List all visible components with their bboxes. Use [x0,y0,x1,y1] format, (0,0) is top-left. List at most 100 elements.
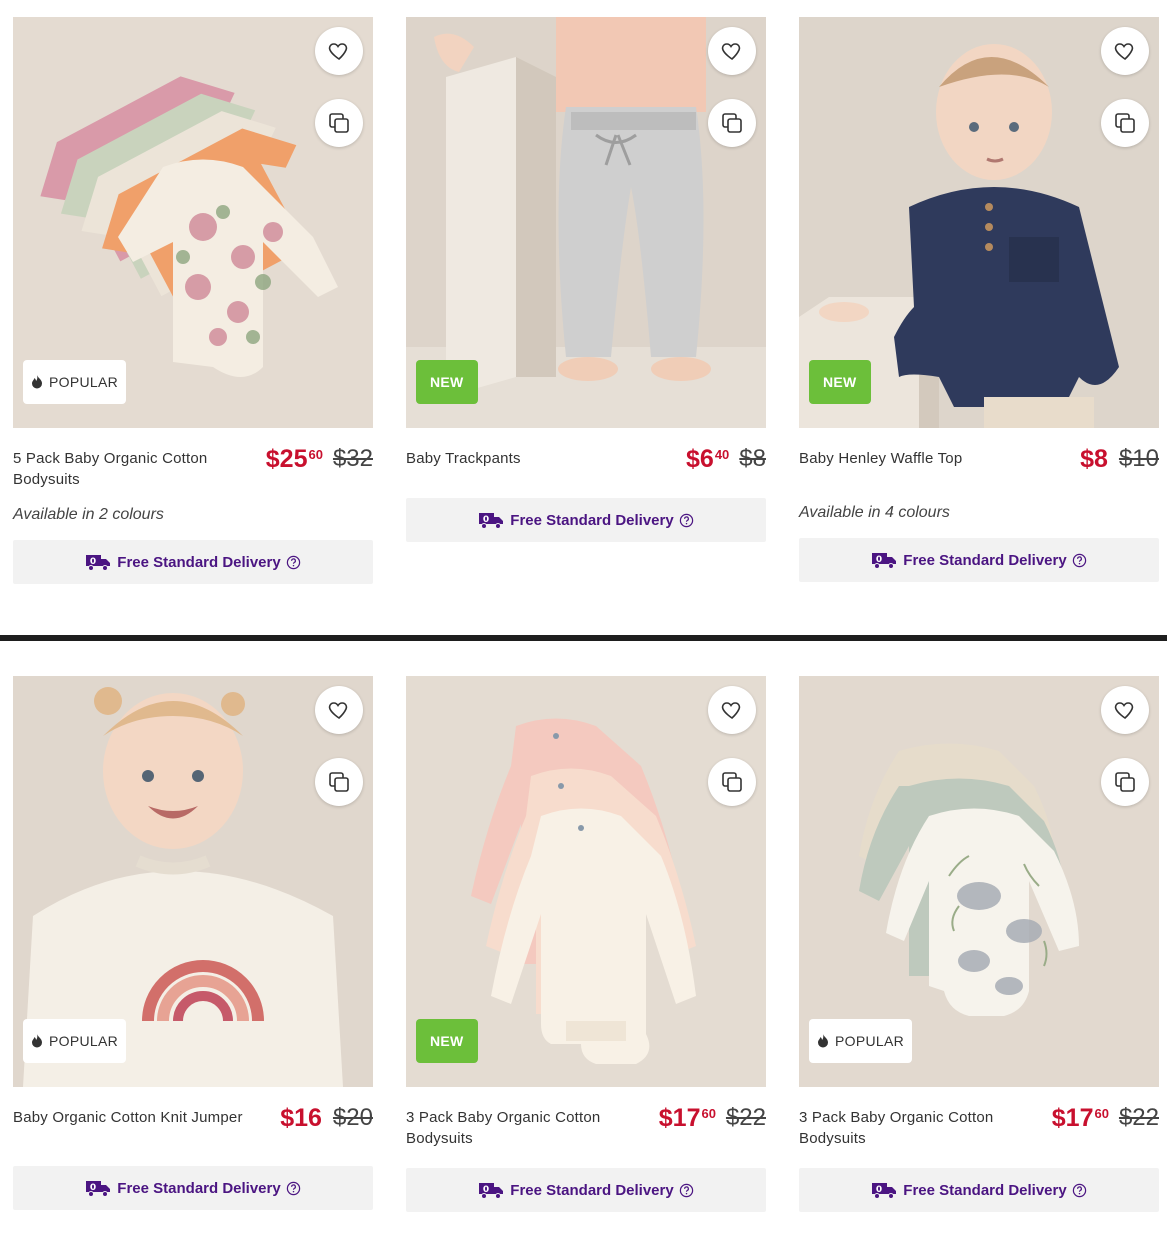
original-price: $20 [332,1104,373,1131]
original-price: $22 [725,1104,766,1131]
heart-icon [328,43,348,61]
original-price: $22 [1118,1104,1159,1131]
delivery-label: Free Standard Delivery [117,1179,281,1197]
compare-icon [1115,113,1135,133]
product-card[interactable]: POPULAR Baby Organic Cotton Knit Jumper … [13,676,373,1210]
delivery-banner[interactable]: 0 Free Standard Delivery [13,1166,373,1210]
product-title[interactable]: 3 Pack Baby Organic Cotton Bodysuits [799,1107,1029,1149]
original-price: $32 [332,445,373,472]
help-circle-icon[interactable] [679,1183,694,1198]
badge-label: NEW [430,1033,464,1049]
svg-text:0: 0 [90,1183,96,1193]
badge-label: NEW [430,374,464,390]
svg-text:0: 0 [483,1185,489,1195]
help-circle-icon[interactable] [286,555,301,570]
product-image[interactable]: POPULAR [13,17,373,428]
price: $25 60 $32 [266,444,373,474]
delivery-label: Free Standard Delivery [510,511,674,529]
price-cents: 60 [308,447,323,462]
help-circle-icon[interactable] [1072,1183,1087,1198]
product-title[interactable]: 3 Pack Baby Organic Cotton Bodysuits [406,1107,636,1149]
delivery-truck-icon: 0 [86,1181,111,1197]
compare-button[interactable] [315,99,363,147]
heart-icon [721,43,741,61]
compare-icon [722,772,742,792]
delivery-label: Free Standard Delivery [903,551,1067,569]
help-circle-icon[interactable] [1072,553,1087,568]
favourite-button[interactable] [315,27,363,75]
original-price: $10 [1118,445,1159,472]
help-circle-icon[interactable] [679,513,694,528]
current-price: $17 [658,1104,701,1132]
heart-icon [1114,702,1134,720]
original-price: $8 [739,445,766,472]
help-circle-icon[interactable] [286,1181,301,1196]
product-image[interactable]: POPULAR [13,676,373,1087]
badge-label: POPULAR [49,1033,119,1049]
flame-icon [818,1034,828,1048]
product-image[interactable]: NEW [799,17,1159,428]
compare-button[interactable] [1101,99,1149,147]
product-title[interactable]: Baby Trackpants [406,448,636,469]
svg-text:0: 0 [876,555,882,565]
product-image[interactable]: NEW [406,17,766,428]
new-badge: NEW [809,360,871,404]
compare-button[interactable] [315,758,363,806]
flame-icon [32,1034,42,1048]
delivery-truck-icon: 0 [872,1183,897,1199]
product-card[interactable]: NEW 3 Pack Baby Organic Cotton Bodysuits… [406,676,766,1212]
current-price: $8 [1080,445,1108,473]
popular-badge: POPULAR [23,360,127,404]
compare-icon [329,772,349,792]
favourite-button[interactable] [708,686,756,734]
product-card[interactable]: NEW Baby Trackpants $6 40 $8 0 Free Stan… [406,17,766,542]
colour-availability: Available in 4 colours [799,504,950,521]
colour-availability: Available in 2 colours [13,506,164,523]
product-image[interactable]: NEW [406,676,766,1087]
heart-icon [721,702,741,720]
product-title[interactable]: Baby Organic Cotton Knit Jumper [13,1107,243,1128]
heart-icon [1114,43,1134,61]
delivery-truck-icon: 0 [479,513,504,529]
compare-button[interactable] [1101,758,1149,806]
svg-text:0: 0 [483,515,489,525]
current-price: $25 [265,445,308,473]
product-image[interactable]: POPULAR [799,676,1159,1087]
svg-text:0: 0 [90,557,96,567]
current-price: $17 [1051,1104,1094,1132]
heart-icon [328,702,348,720]
product-card[interactable]: POPULAR 5 Pack Baby Organic Cotton Bodys… [13,17,373,584]
compare-icon [329,113,349,133]
badge-label: NEW [823,374,857,390]
compare-icon [1115,772,1135,792]
popular-badge: POPULAR [809,1019,913,1063]
current-price: $6 [686,445,714,473]
delivery-banner[interactable]: 0 Free Standard Delivery [406,498,766,542]
product-card[interactable]: NEW Baby Henley Waffle Top $8 $10 Availa… [799,17,1159,582]
popular-badge: POPULAR [23,1019,127,1063]
price-cents: 40 [714,447,730,462]
delivery-banner[interactable]: 0 Free Standard Delivery [799,1168,1159,1212]
price: $17 60 $22 [659,1103,766,1133]
compare-button[interactable] [708,99,756,147]
product-title[interactable]: 5 Pack Baby Organic Cotton Bodysuits [13,448,243,490]
price: $6 40 $8 [686,444,766,474]
product-title[interactable]: Baby Henley Waffle Top [799,448,1029,469]
current-price: $16 [280,1104,322,1132]
favourite-button[interactable] [708,27,756,75]
compare-icon [722,113,742,133]
delivery-banner[interactable]: 0 Free Standard Delivery [406,1168,766,1212]
delivery-banner[interactable]: 0 Free Standard Delivery [13,540,373,584]
favourite-button[interactable] [1101,686,1149,734]
price-cents: 60 [701,1106,716,1121]
section-divider [0,635,1167,641]
compare-button[interactable] [708,758,756,806]
flame-icon [32,375,42,389]
delivery-label: Free Standard Delivery [903,1181,1067,1199]
badge-label: POPULAR [49,374,119,390]
delivery-banner[interactable]: 0 Free Standard Delivery [799,538,1159,582]
favourite-button[interactable] [1101,27,1149,75]
new-badge: NEW [416,360,478,404]
favourite-button[interactable] [315,686,363,734]
product-card[interactable]: POPULAR 3 Pack Baby Organic Cotton Bodys… [799,676,1159,1212]
